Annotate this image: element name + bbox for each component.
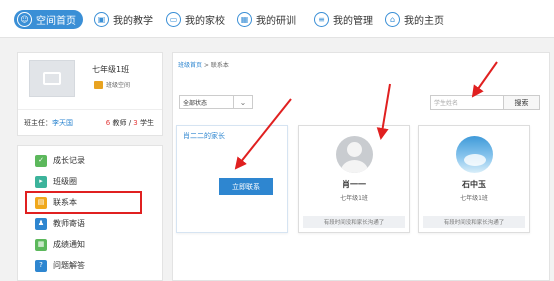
class-meta: 班主任：李天国 6 教师 / 3 学生 — [18, 109, 162, 136]
breadcrumb-home[interactable]: 班级首页 — [178, 62, 202, 69]
menu-item-teacher-message[interactable]: ♟ 教师寄语 — [18, 213, 162, 234]
class-name: 七年级1班 — [92, 65, 130, 74]
student-class: 七年级1班 — [340, 195, 368, 202]
breadcrumb-current: 联系本 — [210, 62, 229, 69]
question-icon: ? — [35, 259, 47, 272]
menu-item-contact-book[interactable]: ▤ 联系本 — [25, 191, 142, 214]
status-filter-value: 全部状态 — [183, 99, 208, 107]
menu-item-score-notice[interactable]: ▦ 成绩通知 — [18, 234, 162, 255]
person-icon: ☺ — [17, 12, 32, 27]
menu-item-label: 成长记录 — [53, 156, 85, 165]
nav-my-training[interactable]: ▦ 我的研训 — [237, 10, 296, 29]
search-button[interactable]: 搜索 — [503, 96, 539, 109]
nav-label: 我的家校 — [185, 16, 225, 27]
parent-card[interactable]: 肖二二的家长 立即联系 — [176, 125, 288, 233]
nav-my-homepage[interactable]: ⌂ 我的主页 — [385, 10, 444, 29]
search-input[interactable]: 学生姓名 — [431, 96, 503, 109]
class-image — [29, 60, 75, 97]
contact-status: 有段时间没和家长沟通了 — [303, 216, 405, 228]
main-panel: 班级首页 > 联系本 全部状态 ⌄ 学生姓名 搜索 肖二二的家长 立即联系 肖一… — [172, 52, 550, 281]
class-space-link[interactable]: 班级空间 — [94, 80, 130, 89]
head-teacher: 班主任：李天国 — [24, 119, 73, 127]
student-card[interactable]: 石中玉 七年级1班 有段时间没和家长沟通了 — [418, 125, 530, 233]
nav-label: 我的教学 — [113, 16, 153, 27]
member-counts: 6 教师 / 3 学生 — [105, 119, 154, 127]
growth-icon: ✓ — [35, 154, 47, 167]
nav-label: 空间首页 — [36, 16, 76, 27]
parent-card-label: 肖二二的家长 — [183, 132, 225, 140]
nav-my-teaching[interactable]: ▣ 我的教学 — [94, 10, 153, 29]
grid-icon: ▦ — [237, 12, 252, 27]
avatar — [336, 136, 373, 173]
list-icon: ≡ — [314, 12, 329, 27]
home-icon: ⌂ — [385, 12, 400, 27]
left-column: 七年级1班 班级空间 班主任：李天国 6 教师 / 3 学生 ✓ 成长记录 ▸ … — [17, 52, 163, 281]
student-search: 学生姓名 搜索 — [430, 95, 540, 110]
nav-label: 我的管理 — [333, 16, 373, 27]
house-icon — [94, 80, 103, 89]
student-name: 石中玉 — [462, 180, 486, 189]
student-class: 七年级1班 — [460, 195, 488, 202]
chevron-down-icon[interactable]: ⌄ — [233, 96, 252, 108]
menu-item-label: 问题解答 — [53, 261, 85, 270]
menu-item-label: 教师寄语 — [53, 219, 85, 228]
top-nav: ☺ 空间首页 ▣ 我的教学 ▭ 我的家校 ▦ 我的研训 ≡ 我的管理 ⌂ 我的主… — [0, 0, 554, 38]
nav-my-homeschool[interactable]: ▭ 我的家校 — [166, 10, 225, 29]
class-card: 七年级1班 班级空间 班主任：李天国 6 教师 / 3 学生 — [17, 52, 163, 136]
menu-item-qa[interactable]: ? 问题解答 — [18, 255, 162, 276]
breadcrumb: 班级首页 > 联系本 — [178, 62, 229, 69]
class-space-label: 班级空间 — [106, 82, 131, 89]
menu-item-label: 联系本 — [53, 198, 77, 207]
contact-now-button[interactable]: 立即联系 — [219, 178, 273, 195]
menu-item-label: 班级圈 — [53, 177, 77, 186]
menu-item-growth-record[interactable]: ✓ 成长记录 — [18, 150, 162, 171]
class-menu: ✓ 成长记录 ▸ 班级圈 ▤ 联系本 ♟ 教师寄语 ▦ 成绩通知 ? 问题解答 — [17, 145, 163, 281]
head-teacher-name[interactable]: 李天国 — [52, 119, 73, 127]
score-icon: ▦ — [35, 238, 47, 251]
status-filter-select[interactable]: 全部状态 ⌄ — [179, 95, 253, 109]
nav-label: 我的研训 — [256, 16, 296, 27]
avatar — [456, 136, 493, 173]
contact-status: 有段时间没和家长沟通了 — [423, 216, 525, 228]
monitor-icon: ▭ — [166, 12, 181, 27]
student-card[interactable]: 肖一一 七年级1班 有段时间没和家长沟通了 — [298, 125, 410, 233]
nav-label: 我的主页 — [404, 16, 444, 27]
nav-my-management[interactable]: ≡ 我的管理 — [314, 10, 373, 29]
book-icon: ▣ — [94, 12, 109, 27]
menu-item-label: 成绩通知 — [53, 240, 85, 249]
notebook-icon: ▤ — [35, 196, 47, 209]
nav-space-home[interactable]: ☺ 空间首页 — [14, 10, 83, 29]
circle-icon: ▸ — [35, 175, 47, 188]
menu-item-class-circle[interactable]: ▸ 班级圈 — [18, 171, 162, 192]
teacher-icon: ♟ — [35, 217, 47, 230]
student-name: 肖一一 — [342, 180, 366, 189]
